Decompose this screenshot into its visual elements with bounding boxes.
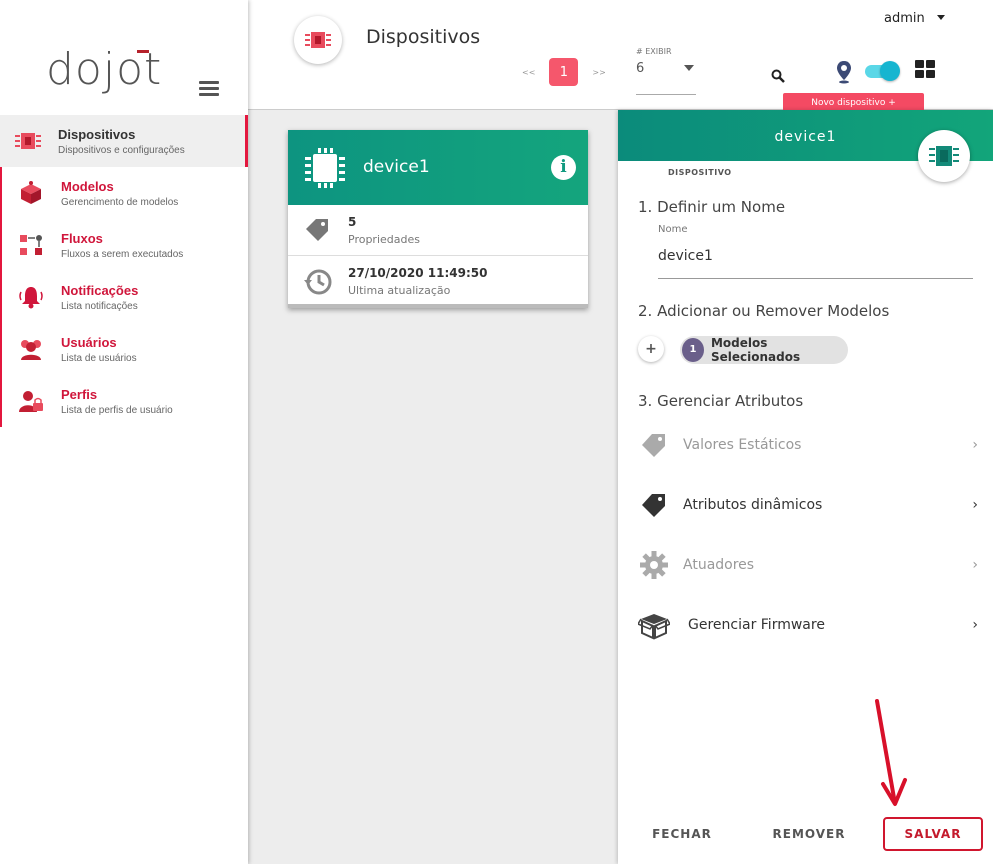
sidebar-item-usuarios[interactable]: Usuários Lista de usuários [0, 323, 248, 375]
caret-down-icon[interactable] [937, 15, 945, 20]
profile-lock-icon [16, 386, 46, 416]
bell-icon [16, 282, 46, 312]
page-title: Dispositivos [366, 26, 481, 48]
top-header: Dispositivos << 1 >> # EXIBIR 6 admin No… [248, 0, 993, 110]
chevron-right-icon: › [972, 497, 978, 513]
device-card[interactable]: device1 i 5 Propriedades 27/10/2020 11:4… [288, 130, 588, 308]
properties-label: Propriedades [348, 233, 420, 246]
sidebar-item-sub: Gerencimento de modelos [61, 196, 179, 208]
last-update-label: Ultima atualização [348, 284, 451, 297]
step-3-heading: 3. Gerenciar Atributos [638, 392, 804, 410]
attr-label: Atributos dinâmicos [683, 497, 823, 513]
sidebar: dojot Dispositivos Dispositivos e configu… [0, 0, 248, 864]
sidebar-menu: Dispositivos Dispositivos e configurações… [0, 115, 248, 427]
sidebar-item-sub: Lista de perfis de usuário [61, 404, 173, 416]
add-model-button[interactable]: + [638, 336, 664, 362]
sidebar-item-fluxos[interactable]: Fluxos Fluxos a serem executados [0, 219, 248, 271]
sidebar-item-label: Usuários [61, 334, 117, 350]
sidebar-item-modelos[interactable]: Modelos Gerencimento de modelos [0, 167, 248, 219]
cube-icon [16, 178, 46, 208]
view-toggle[interactable] [865, 61, 901, 81]
sidebar-item-label: Fluxos [61, 230, 103, 246]
page-size-select[interactable]: # EXIBIR 6 [636, 47, 696, 95]
pagination: << 1 >> [522, 58, 606, 86]
page-size-label: # EXIBIR [636, 47, 672, 56]
last-update-row: 27/10/2020 11:49:50 Ultima atualização [288, 256, 588, 306]
chevron-right-icon: › [972, 617, 978, 633]
sidebar-item-label: Dispositivos [58, 126, 136, 142]
sidebar-item-label: Perfis [61, 386, 98, 402]
attr-label: Atuadores [683, 557, 755, 573]
step-1-heading: 1. Definir um Nome [638, 198, 786, 216]
flow-icon [16, 230, 46, 260]
search-icon[interactable] [771, 68, 785, 87]
tag-icon [638, 489, 670, 521]
tag-icon [638, 429, 670, 461]
sidebar-item-sub: Lista de usuários [61, 352, 137, 364]
map-pin-icon[interactable] [836, 60, 852, 88]
chevron-right-icon: › [972, 557, 978, 573]
section-label: DISPOSITIVO [668, 168, 732, 177]
tag-icon [302, 215, 332, 249]
sidebar-item-sub: Lista notificações [61, 300, 138, 312]
device-detail-panel: device1 DISPOSITIVO 1. Definir um Nome N… [618, 110, 993, 864]
sidebar-item-dispositivos[interactable]: Dispositivos Dispositivos e configurações [0, 115, 248, 167]
sidebar-item-notificacoes[interactable]: Notificações Lista notificações [0, 271, 248, 323]
chip-icon [304, 148, 346, 192]
save-button[interactable]: SALVAR [883, 817, 983, 851]
pager-current-page[interactable]: 1 [549, 58, 579, 86]
hamburger-menu-icon[interactable] [199, 81, 219, 97]
chip-icon [918, 130, 970, 182]
device-card-header: device1 i [288, 130, 588, 205]
close-button[interactable]: FECHAR [638, 817, 726, 851]
new-device-button[interactable]: Novo dispositivo + [783, 93, 924, 110]
remove-button[interactable]: REMOVER [766, 817, 852, 851]
selected-models-chip[interactable]: 1 Modelos Selecionados [680, 336, 848, 364]
attr-dynamic[interactable]: Atributos dinâmicos › [638, 485, 978, 525]
sidebar-item-perfis[interactable]: Perfis Lista de perfis de usuário [0, 375, 248, 427]
attr-label: Gerenciar Firmware [688, 617, 825, 633]
chevron-right-icon: › [972, 437, 978, 453]
sidebar-item-label: Modelos [61, 178, 114, 194]
name-field-label: Nome [658, 224, 688, 235]
logo-accent-bar [137, 50, 149, 53]
box-icon [638, 609, 670, 641]
attr-firmware[interactable]: Gerenciar Firmware › [638, 605, 978, 645]
models-chip-label: Modelos Selecionados [710, 336, 801, 364]
properties-count: 5 [348, 215, 357, 229]
grid-view-icon[interactable] [915, 60, 935, 82]
sidebar-item-sub: Dispositivos e configurações [58, 144, 185, 156]
attr-static-values[interactable]: Valores Estáticos › [638, 425, 978, 465]
pager-prev[interactable]: << [522, 68, 535, 77]
properties-row: 5 Propriedades [288, 205, 588, 255]
users-icon [16, 334, 46, 364]
models-count-badge: 1 [682, 338, 704, 362]
sidebar-item-sub: Fluxos a serem executados [61, 248, 184, 260]
user-menu[interactable]: admin [884, 11, 925, 26]
gear-icon [638, 549, 670, 581]
pager-next[interactable]: >> [592, 68, 605, 77]
info-icon[interactable]: i [551, 155, 576, 180]
caret-down-icon [684, 65, 694, 71]
attr-label: Valores Estáticos [683, 437, 802, 453]
chip-icon [13, 126, 43, 156]
annotation-arrow-icon [872, 698, 912, 814]
step-2-heading: 2. Adicionar ou Remover Modelos [638, 302, 890, 320]
name-input[interactable]: device1 [658, 248, 713, 264]
sidebar-item-label: Notificações [61, 282, 139, 298]
attr-actuators[interactable]: Atuadores › [638, 545, 978, 585]
device-name: device1 [363, 157, 430, 177]
history-icon [302, 266, 334, 302]
name-input-underline [658, 278, 973, 279]
last-update-value: 27/10/2020 11:49:50 [348, 266, 488, 280]
dojot-logo[interactable]: dojot [46, 44, 176, 114]
page-chip-icon [294, 16, 342, 64]
